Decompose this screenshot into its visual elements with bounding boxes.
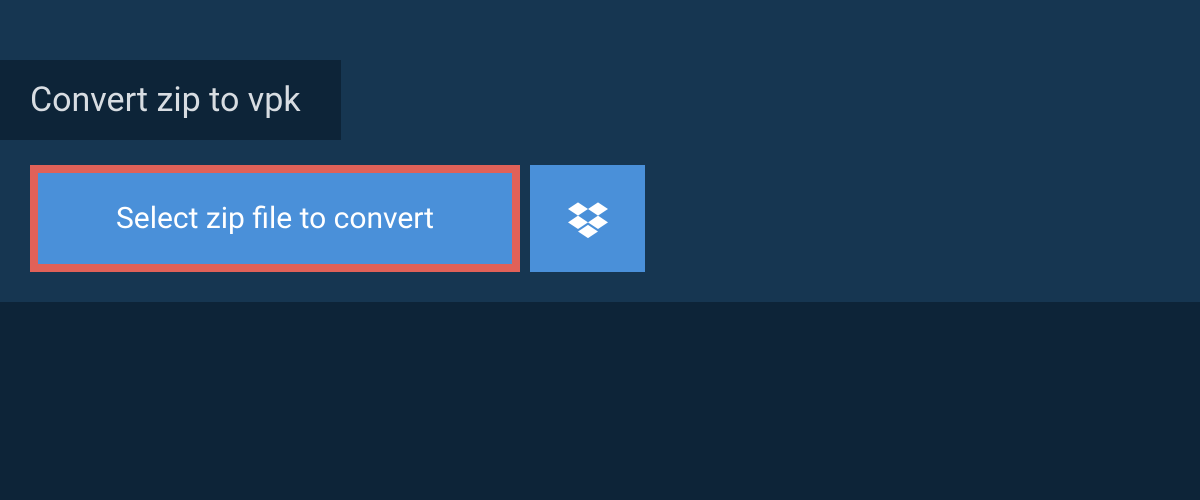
select-file-button[interactable]: Select zip file to convert xyxy=(30,165,520,272)
page-title: Convert zip to vpk xyxy=(30,80,301,120)
title-tab: Convert zip to vpk xyxy=(0,60,341,140)
select-file-button-label: Select zip file to convert xyxy=(116,201,434,236)
dropbox-button[interactable] xyxy=(530,165,645,272)
dropbox-icon xyxy=(568,199,608,239)
button-row: Select zip file to convert xyxy=(30,165,1200,272)
converter-panel: Convert zip to vpk Select zip file to co… xyxy=(0,0,1200,302)
